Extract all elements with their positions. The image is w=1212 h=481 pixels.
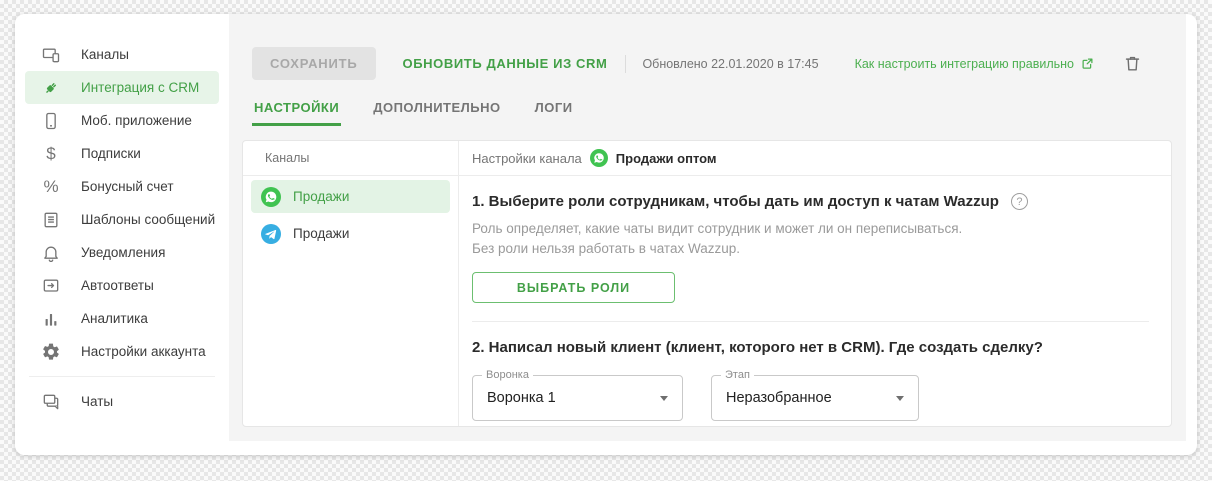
percent-icon: % (39, 175, 63, 199)
active-channel-name: Продажи оптом (616, 151, 717, 166)
section1-desc-line1: Роль определяет, какие чаты видит сотруд… (472, 219, 1149, 239)
integration-help-link[interactable]: Как настроить интеграцию правильно (855, 56, 1095, 71)
channel-settings-label: Настройки канала (472, 151, 582, 166)
last-updated-text: Обновлено 22.01.2020 в 17:45 (642, 57, 818, 71)
sidebar-item-chats[interactable]: Чаты (25, 385, 219, 418)
sidebar-item-message-templates[interactable]: Шаблоны сообщений (25, 203, 219, 236)
gear-icon (39, 340, 63, 364)
section1-desc-line2: Без роли нельзя работать в чатах Wazzup. (472, 239, 1149, 259)
whatsapp-icon (261, 187, 281, 207)
tab-bar: НАСТРОЙКИ ДОПОЛНИТЕЛЬНО ЛОГИ (252, 96, 1166, 126)
sidebar-item-label: Шаблоны сообщений (81, 212, 215, 227)
stage-select[interactable]: Этап Неразобранное (711, 375, 919, 421)
toolbar: СОХРАНИТЬ ОБНОВИТЬ ДАННЫЕ ИЗ CRM Обновле… (252, 47, 1142, 80)
sidebar-item-auto-replies[interactable]: Автоответы (25, 269, 219, 302)
content-area: СОХРАНИТЬ ОБНОВИТЬ ДАННЫЕ ИЗ CRM Обновле… (229, 14, 1186, 441)
sidebar-item-notifications[interactable]: Уведомления (25, 236, 219, 269)
channel-item-telegram[interactable]: Продажи (251, 217, 450, 250)
external-link-icon (1080, 56, 1095, 71)
integration-panel: Каналы Продажи (242, 140, 1172, 427)
section1-title-row: 1. Выберите роли сотрудникам, чтобы дать… (472, 193, 1149, 210)
sidebar-item-label: Моб. приложение (81, 113, 192, 128)
help-icon[interactable]: ? (1011, 193, 1028, 210)
app-window: Каналы Интеграция с CRM (15, 14, 1197, 455)
deal-selects-row: Воронка Воронка 1 Этап Неразобранное (472, 375, 1149, 421)
sidebar-item-label: Настройки аккаунта (81, 344, 206, 359)
stage-select-value: Неразобранное (726, 390, 832, 406)
whatsapp-icon (590, 149, 608, 167)
sidebar-item-label: Интеграция с CRM (81, 80, 199, 95)
sidebar-item-mobile-app[interactable]: Моб. приложение (25, 104, 219, 137)
screenshot-stage: Каналы Интеграция с CRM (0, 0, 1212, 481)
channel-settings-body: 1. Выберите роли сотрудникам, чтобы дать… (459, 176, 1171, 421)
sidebar-item-account-settings[interactable]: Настройки аккаунта (25, 335, 219, 368)
sidebar-item-subscriptions[interactable]: $ Подписки (25, 137, 219, 170)
channel-settings-column: Настройки канала Продажи оптом 1. Выбери… (459, 141, 1171, 426)
tab-settings[interactable]: НАСТРОЙКИ (252, 96, 341, 126)
sidebar-item-label: Подписки (81, 146, 141, 161)
help-link-label: Как настроить интеграцию правильно (855, 57, 1074, 71)
sidebar-item-label: Каналы (81, 47, 129, 62)
sidebar: Каналы Интеграция с CRM (15, 14, 229, 455)
chevron-down-icon (660, 396, 668, 401)
smartphone-icon (39, 109, 63, 133)
section2-title-row: 2. Написал новый клиент (клиент, которог… (472, 339, 1149, 356)
channel-item-whatsapp[interactable]: Продажи (251, 180, 450, 213)
section2-title: 2. Написал новый клиент (клиент, которог… (472, 339, 1043, 356)
channels-column: Каналы Продажи (243, 141, 459, 426)
channel-name: Продажи (293, 226, 349, 241)
channel-name: Продажи (293, 189, 349, 204)
sidebar-item-channels[interactable]: Каналы (25, 38, 219, 71)
sidebar-item-label: Аналитика (81, 311, 148, 326)
bell-icon (39, 241, 63, 265)
plug-icon (39, 76, 63, 100)
dollar-icon: $ (39, 142, 63, 166)
tab-additional[interactable]: ДОПОЛНИТЕЛЬНО (371, 96, 502, 126)
refresh-from-crm-button[interactable]: ОБНОВИТЬ ДАННЫЕ ИЗ CRM (403, 56, 608, 71)
choose-roles-button[interactable]: ВЫБРАТЬ РОЛИ (472, 272, 675, 303)
document-icon (39, 208, 63, 232)
trash-icon (1123, 54, 1142, 73)
sidebar-item-label: Уведомления (81, 245, 165, 260)
sidebar-item-label: Бонусный счет (81, 179, 174, 194)
stage-select-label: Этап (721, 369, 754, 381)
channel-settings-header: Настройки канала Продажи оптом (459, 141, 1171, 176)
toolbar-separator (625, 55, 626, 73)
sidebar-item-label: Чаты (81, 394, 113, 409)
sidebar-item-crm-integration[interactable]: Интеграция с CRM (25, 71, 219, 104)
section-divider (472, 321, 1149, 322)
auto-reply-icon (39, 274, 63, 298)
sidebar-item-label: Автоответы (81, 278, 154, 293)
bar-chart-icon (39, 307, 63, 331)
sidebar-divider (29, 376, 215, 377)
chats-icon (39, 390, 63, 414)
channels-header: Каналы (243, 141, 458, 176)
section1-title: 1. Выберите роли сотрудникам, чтобы дать… (472, 193, 999, 210)
delete-integration-button[interactable] (1123, 54, 1142, 73)
funnel-select-value: Воронка 1 (487, 390, 556, 406)
devices-icon (39, 43, 63, 67)
sidebar-item-bonus-account[interactable]: % Бонусный счет (25, 170, 219, 203)
section1-description: Роль определяет, какие чаты видит сотруд… (472, 219, 1149, 259)
funnel-select[interactable]: Воронка Воронка 1 (472, 375, 683, 421)
sidebar-item-analytics[interactable]: Аналитика (25, 302, 219, 335)
telegram-icon (261, 224, 281, 244)
tab-logs[interactable]: ЛОГИ (533, 96, 575, 126)
funnel-select-label: Воронка (482, 369, 533, 381)
save-button[interactable]: СОХРАНИТЬ (252, 47, 376, 80)
chevron-down-icon (896, 396, 904, 401)
